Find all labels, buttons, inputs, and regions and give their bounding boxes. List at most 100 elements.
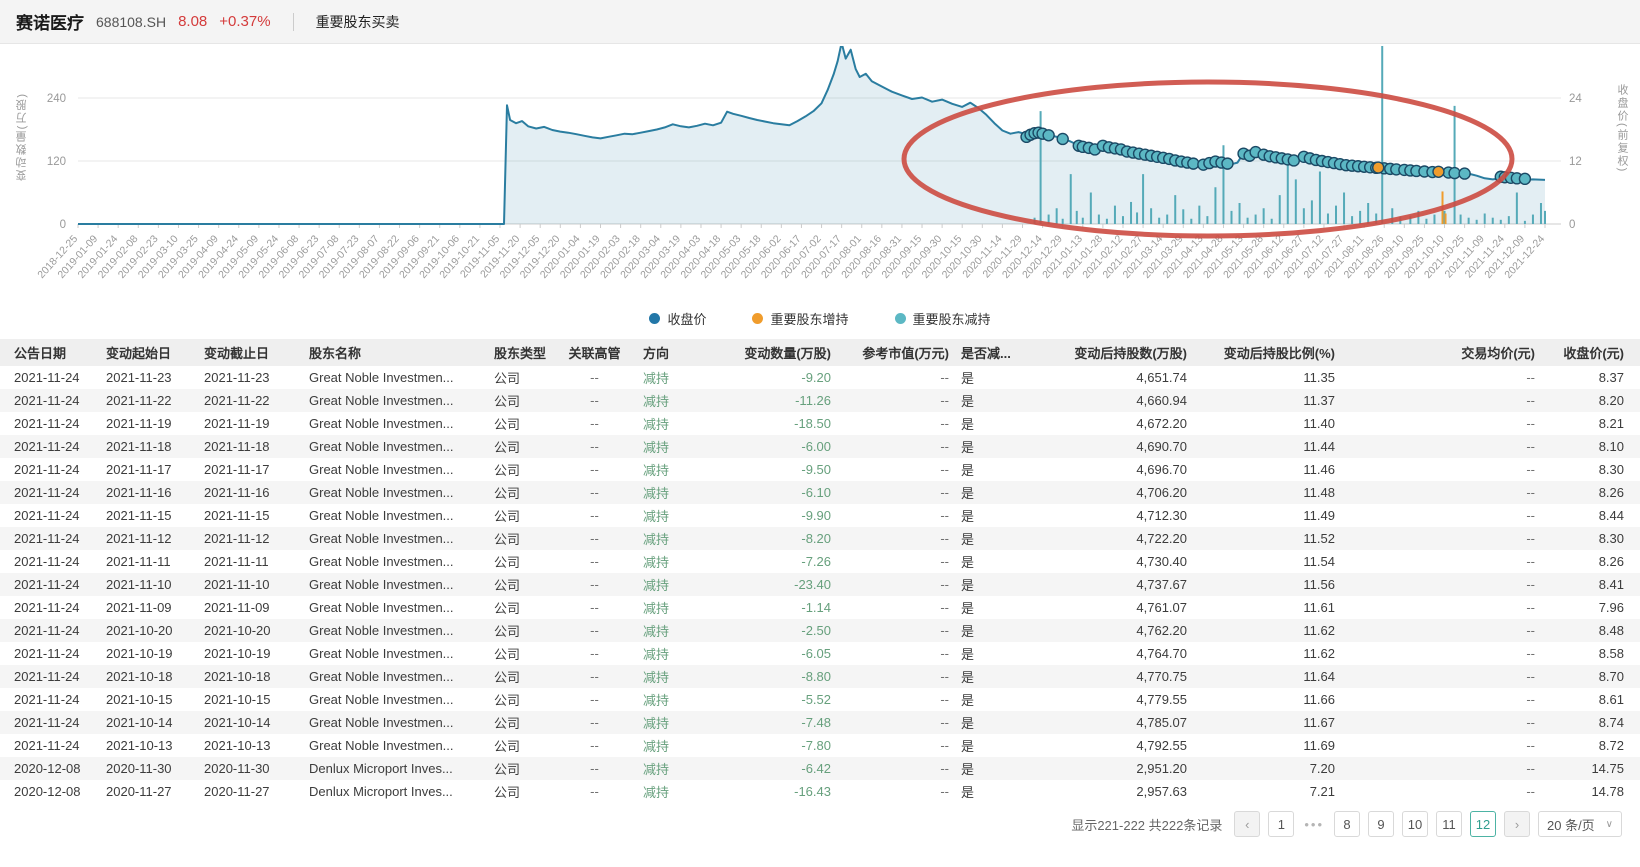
table-cell: 4,696.70	[1025, 458, 1193, 481]
table-cell: 2021-11-17	[100, 458, 198, 481]
table-cell: 2021-11-24	[0, 389, 100, 412]
page-size-select[interactable]: 20 条/页 ∨	[1538, 811, 1622, 837]
legend-item[interactable]: 重要股东减持	[895, 309, 991, 328]
page-button-11[interactable]: 11	[1436, 811, 1462, 837]
table-row[interactable]: 2021-11-242021-10-192021-10-19Great Nobl…	[0, 642, 1640, 665]
table-cell: 是	[955, 619, 1025, 642]
table-cell: 是	[955, 665, 1025, 688]
table-row[interactable]: 2021-11-242021-11-122021-11-12Great Nobl…	[0, 527, 1640, 550]
table-row[interactable]: 2021-11-242021-11-182021-11-18Great Nobl…	[0, 435, 1640, 458]
table-cell: --	[1341, 458, 1541, 481]
table-row[interactable]: 2021-11-242021-11-232021-11-23Great Nobl…	[0, 366, 1640, 389]
table-cell: --	[837, 688, 955, 711]
column-header[interactable]: 变动后持股比例(%)	[1193, 339, 1341, 366]
price-volume-chart[interactable]: 变动数量(万股) 收盘价(前复权) 0012012240242018-12-25…	[0, 44, 1640, 333]
table-cell: 减持	[637, 642, 715, 665]
table-cell: --	[837, 366, 955, 389]
table-cell: 公司	[488, 435, 552, 458]
page-button-10[interactable]: 10	[1402, 811, 1428, 837]
column-header[interactable]: 参考市值(万元)	[837, 339, 955, 366]
table-cell: 2021-11-19	[100, 412, 198, 435]
svg-text:0: 0	[1569, 219, 1575, 231]
table-row[interactable]: 2020-12-082020-11-302020-11-30Denlux Mic…	[0, 757, 1640, 780]
table-cell: --	[837, 734, 955, 757]
table-row[interactable]: 2021-11-242021-11-162021-11-16Great Nobl…	[0, 481, 1640, 504]
column-header[interactable]: 收盘价(元)	[1541, 339, 1640, 366]
column-header[interactable]: 交易均价(元)	[1341, 339, 1541, 366]
table-cell: --	[1341, 573, 1541, 596]
column-header[interactable]: 变动后持股数(万股)	[1025, 339, 1193, 366]
column-header[interactable]: 变动截止日	[198, 339, 303, 366]
table-row[interactable]: 2021-11-242021-11-092021-11-09Great Nobl…	[0, 596, 1640, 619]
table-cell: Great Noble Investmen...	[303, 734, 488, 757]
page-button-9[interactable]: 9	[1368, 811, 1394, 837]
table-cell: 减持	[637, 711, 715, 734]
column-header[interactable]: 股东类型	[488, 339, 552, 366]
table-cell: Great Noble Investmen...	[303, 527, 488, 550]
table-cell: 公司	[488, 757, 552, 780]
table-cell: --	[552, 527, 637, 550]
page-button-12[interactable]: 12	[1470, 811, 1496, 837]
legend-item[interactable]: 重要股东增持	[752, 309, 848, 328]
table-row[interactable]: 2021-11-242021-10-132021-10-13Great Nobl…	[0, 734, 1640, 757]
table-cell: --	[552, 412, 637, 435]
column-header[interactable]: 是否减...	[955, 339, 1025, 366]
table-cell: 2021-10-19	[198, 642, 303, 665]
column-header[interactable]: 股东名称	[303, 339, 488, 366]
table-cell: 7.20	[1193, 757, 1341, 780]
table-cell: --	[552, 366, 637, 389]
table-cell: 是	[955, 389, 1025, 412]
table-cell: 2021-11-19	[198, 412, 303, 435]
table-row[interactable]: 2021-11-242021-11-102021-11-10Great Nobl…	[0, 573, 1640, 596]
table-cell: 2021-11-24	[0, 412, 100, 435]
table-row[interactable]: 2021-11-242021-10-202021-10-20Great Nobl…	[0, 619, 1640, 642]
table-cell: 8.26	[1541, 550, 1640, 573]
table-cell: 是	[955, 366, 1025, 389]
page-ellipsis[interactable]: •••	[1302, 817, 1326, 832]
table-cell: --	[552, 711, 637, 734]
table-cell: 7.21	[1193, 780, 1341, 803]
table-row[interactable]: 2020-12-082020-11-272020-11-27Denlux Mic…	[0, 780, 1640, 803]
table-row[interactable]: 2021-11-242021-11-172021-11-17Great Nobl…	[0, 458, 1640, 481]
page-button-1[interactable]: 1	[1268, 811, 1294, 837]
table-cell: 2021-11-18	[100, 435, 198, 458]
table-cell: 4,785.07	[1025, 711, 1193, 734]
table-cell: Great Noble Investmen...	[303, 688, 488, 711]
column-header[interactable]: 公告日期	[0, 339, 100, 366]
table-cell: 11.62	[1193, 642, 1341, 665]
table-cell: --	[1341, 481, 1541, 504]
table-row[interactable]: 2021-11-242021-11-112021-11-11Great Nobl…	[0, 550, 1640, 573]
table-cell: 2021-10-15	[198, 688, 303, 711]
chart-canvas[interactable]: 0012012240242018-12-252019-01-092019-01-…	[0, 46, 1640, 298]
table-row[interactable]: 2021-11-242021-11-192021-11-19Great Nobl…	[0, 412, 1640, 435]
table-row[interactable]: 2021-11-242021-11-222021-11-22Great Nobl…	[0, 389, 1640, 412]
table-row[interactable]: 2021-11-242021-10-152021-10-15Great Nobl…	[0, 688, 1640, 711]
next-page-button[interactable]: ›	[1504, 811, 1530, 837]
table-cell: 11.67	[1193, 711, 1341, 734]
table-cell: 2021-11-23	[198, 366, 303, 389]
legend-item[interactable]: 收盘价	[649, 309, 706, 328]
column-header[interactable]: 方向	[637, 339, 715, 366]
table-cell: 2,951.20	[1025, 757, 1193, 780]
table-cell: --	[837, 573, 955, 596]
table-cell: 4,712.30	[1025, 504, 1193, 527]
table-cell: 2021-10-14	[198, 711, 303, 734]
table-cell: --	[552, 389, 637, 412]
table-cell: --	[1341, 665, 1541, 688]
table-cell: -7.48	[715, 711, 837, 734]
tab-important-shareholder-trading[interactable]: 重要股东买卖	[316, 12, 400, 32]
page-button-8[interactable]: 8	[1334, 811, 1360, 837]
table-row[interactable]: 2021-11-242021-11-152021-11-15Great Nobl…	[0, 504, 1640, 527]
table-cell: 11.37	[1193, 389, 1341, 412]
table-cell: 是	[955, 573, 1025, 596]
table-row[interactable]: 2021-11-242021-10-182021-10-18Great Nobl…	[0, 665, 1640, 688]
column-header[interactable]: 变动起始日	[100, 339, 198, 366]
column-header[interactable]: 关联高管	[552, 339, 637, 366]
table-row[interactable]: 2021-11-242021-10-142021-10-14Great Nobl…	[0, 711, 1640, 734]
column-header[interactable]: 变动数量(万股)	[715, 339, 837, 366]
prev-page-button[interactable]: ‹	[1234, 811, 1260, 837]
table-cell: 2021-10-20	[198, 619, 303, 642]
table-cell: 2021-11-22	[198, 389, 303, 412]
table-cell: 7.96	[1541, 596, 1640, 619]
table-cell: 减持	[637, 619, 715, 642]
